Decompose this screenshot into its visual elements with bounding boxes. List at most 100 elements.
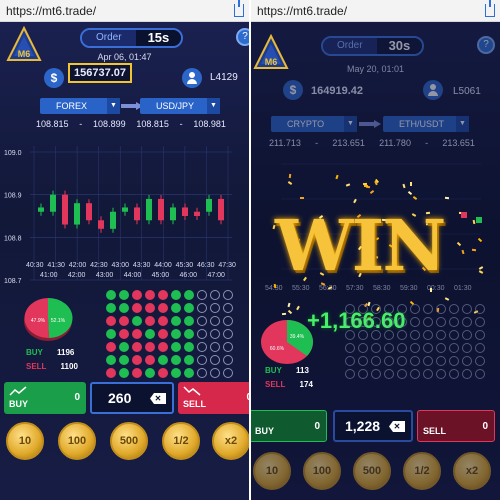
order-timer-toggle[interactable]: Order 15s [80, 28, 184, 48]
candle [86, 203, 92, 221]
order-timer-toggle[interactable]: Order 30s [321, 36, 425, 56]
x-tick-label: 42:00 [67, 272, 86, 279]
x-tick-label: 41:30 [47, 262, 65, 269]
browser-url-bar[interactable]: https://mt6.trade/ [0, 0, 249, 22]
chip-100-button[interactable]: 100 [303, 452, 341, 490]
trend-dot [358, 343, 368, 353]
trend-up-icon [9, 386, 27, 396]
browser-url-bar[interactable]: https://mt6.trade/ [251, 0, 500, 22]
arrow-right-icon [359, 120, 381, 128]
x-tick-label: 46:00 [179, 272, 198, 279]
trend-dot [119, 329, 129, 339]
help-button[interactable]: ? [477, 36, 495, 54]
asset-class-value: CRYPTO [287, 119, 325, 129]
trend-dot [145, 355, 155, 365]
price-open: 108.815 [36, 119, 69, 129]
amount-input[interactable]: 260 ✕ [90, 382, 174, 414]
candle [74, 203, 80, 225]
trend-dot [371, 356, 381, 366]
chip-100-button[interactable]: 100 [58, 422, 96, 460]
right-phone-screen: https://mt6.trade/ M6 Order 30s ? May 20… [251, 0, 500, 500]
trend-dot [436, 330, 446, 340]
asset-class-value: FOREX [56, 101, 88, 111]
chip-half-button[interactable]: 1/2 [403, 452, 441, 490]
sell-button[interactable]: SELL 0 [178, 382, 249, 414]
asset-class-select[interactable]: CRYPTO ▼ [271, 116, 357, 132]
chevron-down-icon: ▼ [456, 116, 469, 132]
dollar-icon: $ [283, 80, 303, 100]
trend-dot [223, 290, 233, 300]
trend-dot [210, 290, 220, 300]
trend-dot [358, 304, 368, 314]
trend-dot [132, 342, 142, 352]
trend-dot [132, 290, 142, 300]
trend-dot [423, 317, 433, 327]
trend-dot [132, 316, 142, 326]
date-time: Apr 06, 01:47 [97, 52, 152, 62]
price-low: 108.815 [136, 119, 169, 129]
trend-dot [106, 329, 116, 339]
url-text: https://mt6.trade/ [6, 3, 97, 18]
amount-input[interactable]: 1,228 ✕ [333, 410, 413, 442]
trend-dot [119, 303, 129, 313]
chevron-down-icon: ▼ [107, 98, 120, 114]
trend-dot [475, 317, 485, 327]
trend-dot [210, 303, 220, 313]
sell-button-label: SELL [423, 426, 447, 436]
price-high: 108.899 [93, 119, 126, 129]
trend-dot [171, 303, 181, 313]
trend-dot [358, 317, 368, 327]
x-tick-label: 44:00 [123, 272, 142, 279]
trend-dot [410, 356, 420, 366]
pie-sell-pct: 47.9% [31, 318, 46, 324]
trend-dot [158, 342, 168, 352]
y-tick-label: 109.0 [4, 150, 22, 157]
share-icon[interactable] [485, 0, 495, 17]
buy-count: 113 [295, 366, 309, 375]
trend-dot [397, 317, 407, 327]
chip-10-button[interactable]: 10 [6, 422, 44, 460]
candle [62, 194, 68, 225]
chip-10-button[interactable]: 10 [253, 452, 291, 490]
trend-dot [210, 368, 220, 378]
symbol-select[interactable]: USD/JPY ▼ [140, 98, 220, 114]
chip-500-button[interactable]: 500 [353, 452, 391, 490]
user-avatar-icon[interactable] [182, 68, 202, 88]
buy-button[interactable]: BUY 0 [251, 410, 327, 442]
trend-dot [397, 356, 407, 366]
x-tick-label: 40:30 [26, 262, 44, 269]
sell-button-value: 0 [482, 421, 488, 432]
x-tick-label: 43:00 [111, 262, 130, 269]
trend-dot [145, 329, 155, 339]
trend-dot [371, 343, 381, 353]
sell-button[interactable]: SELL 0 [417, 410, 495, 442]
trend-dot [423, 304, 433, 314]
trend-dot [358, 356, 368, 366]
chip-label: 10 [18, 435, 32, 447]
share-icon[interactable] [234, 0, 244, 17]
trend-dot [423, 330, 433, 340]
chip-half-button[interactable]: 1/2 [162, 422, 200, 460]
trend-dot [210, 355, 220, 365]
help-button[interactable]: ? [236, 28, 249, 46]
chip-500-button[interactable]: 500 [110, 422, 148, 460]
trend-dot [436, 369, 446, 379]
chip-label: 500 [119, 435, 139, 447]
symbol-select[interactable]: ETH/USDT ▼ [383, 116, 469, 132]
trend-dot [223, 342, 233, 352]
symbol-value: USD/JPY [156, 101, 195, 111]
y-tick-label: 108.7 [4, 278, 22, 284]
order-label: Order [82, 30, 136, 46]
trend-dot [132, 368, 142, 378]
buy-button[interactable]: BUY 0 [4, 382, 86, 414]
trend-dot [197, 303, 207, 313]
user-avatar-icon[interactable] [423, 80, 443, 100]
asset-class-select[interactable]: FOREX ▼ [40, 98, 120, 114]
backspace-icon[interactable]: ✕ [389, 421, 405, 432]
chip-double-button[interactable]: x2 [212, 422, 249, 460]
trend-dot [371, 369, 381, 379]
chip-double-button[interactable]: x2 [453, 452, 491, 490]
x-tick-label: 44:00 [154, 262, 172, 269]
price-close: 108.981 [193, 119, 226, 129]
backspace-icon[interactable]: ✕ [150, 393, 166, 404]
